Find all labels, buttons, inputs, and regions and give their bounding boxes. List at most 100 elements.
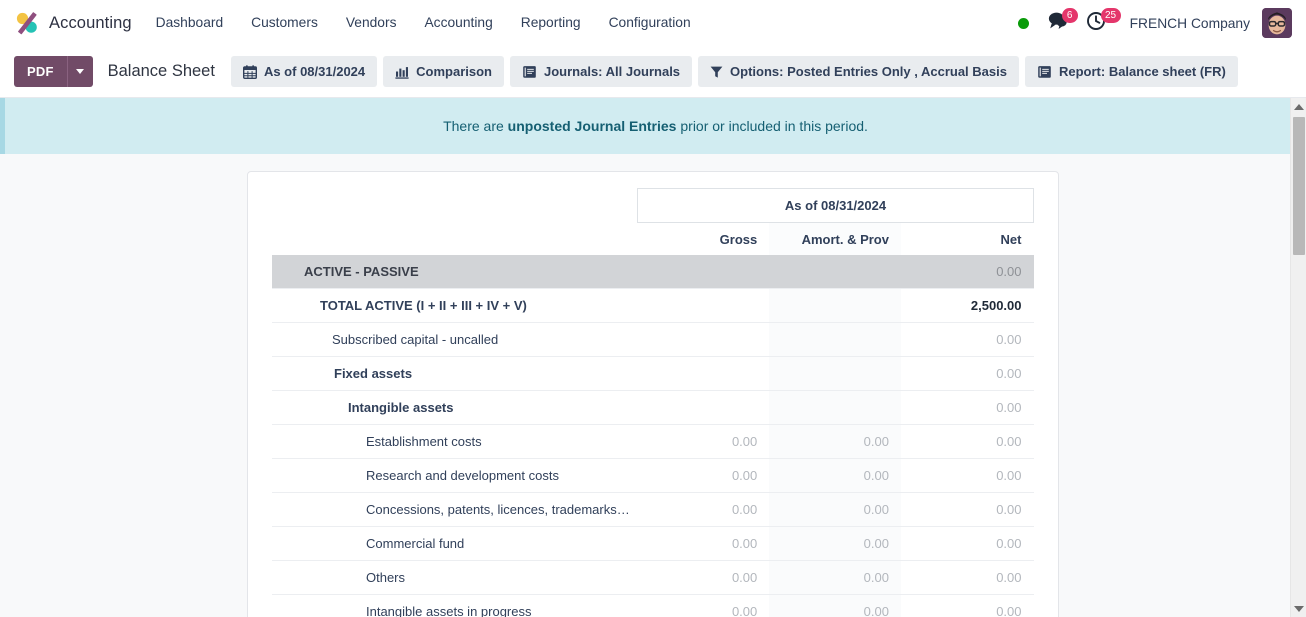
book-icon <box>1037 65 1052 79</box>
table-row[interactable]: Intangible assets 0.00 <box>272 390 1034 425</box>
row-value-net: 0.00 <box>900 356 1034 391</box>
options-filter-label: Options: Posted Entries Only , Accrual B… <box>730 64 1007 79</box>
options-filter-button[interactable]: Options: Posted Entries Only , Accrual B… <box>698 56 1019 87</box>
row-value-gross: 0.00 <box>637 526 770 561</box>
row-value-amort: 0.00 <box>769 526 901 561</box>
company-switcher[interactable]: FRENCH Company <box>1116 16 1260 31</box>
messaging-menu[interactable]: 6 <box>1038 0 1078 46</box>
messages-counter-badge: 6 <box>1061 8 1078 23</box>
comparison-filter-label: Comparison <box>416 64 492 79</box>
period-header: As of 08/31/2024 <box>637 188 1034 223</box>
row-value-amort: 0.00 <box>769 458 901 493</box>
avatar[interactable] <box>1262 8 1292 38</box>
row-label: Others <box>272 560 638 595</box>
menu-item-vendors[interactable]: Vendors <box>332 0 411 46</box>
row-value-net: 0.00 <box>900 458 1034 493</box>
table-row[interactable]: Establishment costs 0.00 0.00 0.00 <box>272 424 1034 459</box>
app-brand[interactable]: Accounting <box>12 0 142 46</box>
menu-item-customers[interactable]: Customers <box>237 0 332 46</box>
row-value-gross: 0.00 <box>637 594 770 617</box>
row-value-net: 0.00 <box>900 526 1034 561</box>
control-panel: PDF Balance Sheet As of 08/31/2024 Compa… <box>0 46 1306 98</box>
balance-sheet-table: As of 08/31/2024 Gross Amort. & Prov Net… <box>272 188 1034 617</box>
row-label: Research and development costs <box>272 458 638 493</box>
row-value-gross <box>637 288 770 323</box>
period-header-row: As of 08/31/2024 <box>272 188 1034 223</box>
row-value-gross: 0.00 <box>637 458 770 493</box>
menu-item-reporting[interactable]: Reporting <box>507 0 595 46</box>
scroll-down-arrow-icon[interactable] <box>1291 600 1306 617</box>
row-value-amort <box>769 390 901 425</box>
row-value-gross <box>637 322 770 357</box>
row-value-amort <box>769 288 901 323</box>
table-body: ACTIVE - PASSIVE 0.00 TOTAL ACTIVE (I + II… <box>272 255 1034 617</box>
row-label: Intangible assets <box>272 390 638 425</box>
table-row[interactable]: TOTAL ACTIVE (I + II + III + IV + V) 2,50… <box>272 288 1034 323</box>
row-value-net: 0.00 <box>900 322 1034 357</box>
table-row[interactable]: Fixed assets 0.00 <box>272 356 1034 391</box>
column-header-gross[interactable]: Gross <box>638 223 770 256</box>
table-row[interactable]: Concessions, patents, licences, trademar… <box>272 492 1034 527</box>
date-filter-button[interactable]: As of 08/31/2024 <box>230 56 378 87</box>
column-header-net[interactable]: Net <box>901 223 1034 256</box>
unposted-entries-alert: There are unposted Journal Entries prior… <box>0 98 1306 154</box>
row-label: Commercial fund <box>272 526 638 561</box>
presence-status-indicator[interactable] <box>1009 0 1038 46</box>
alert-text-emphasis: unposted Journal Entries <box>507 118 677 134</box>
bar-chart-icon <box>395 65 409 79</box>
row-label: TOTAL ACTIVE (I + II + III + IV + V) <box>272 288 638 323</box>
row-value-gross <box>638 255 770 289</box>
odoo-accounting-logo-icon <box>14 10 40 36</box>
app-brand-label: Accounting <box>49 13 132 32</box>
scroll-up-arrow-icon[interactable] <box>1291 98 1306 115</box>
table-row[interactable]: Others 0.00 0.00 0.00 <box>272 560 1034 595</box>
pdf-export-dropdown-toggle[interactable] <box>66 56 93 87</box>
row-label: ACTIVE - PASSIVE <box>304 264 419 279</box>
activities-menu[interactable]: 25 <box>1077 0 1121 46</box>
row-label: Fixed assets <box>272 356 638 391</box>
scrollbar-thumb[interactable] <box>1293 117 1305 255</box>
table-row[interactable]: Intangible assets in progress 0.00 0.00 0.0… <box>272 594 1034 617</box>
row-value-amort: 0.00 <box>769 424 901 459</box>
row-value-net: 0.00 <box>900 390 1034 425</box>
column-header-amort[interactable]: Amort. & Prov <box>769 222 901 255</box>
table-row[interactable]: ACTIVE - PASSIVE 0.00 <box>272 255 1034 289</box>
table-row[interactable]: Research and development costs 0.00 0.00 0.… <box>272 458 1034 493</box>
report-filters: As of 08/31/2024 Comparison Journals: Al… <box>230 56 1238 87</box>
journals-filter-label: Journals: All Journals <box>543 64 681 79</box>
row-value-net: 0.00 <box>900 594 1034 617</box>
menu-item-dashboard[interactable]: Dashboard <box>142 0 238 46</box>
alert-text-prefix: There are <box>443 118 508 134</box>
row-value-amort <box>769 322 901 357</box>
row-value-amort <box>769 356 901 391</box>
online-status-dot-icon <box>1017 17 1029 29</box>
menu-item-accounting[interactable]: Accounting <box>410 0 506 46</box>
table-row[interactable]: Commercial fund 0.00 0.00 0.00 <box>272 526 1034 561</box>
vertical-scrollbar[interactable] <box>1290 98 1306 617</box>
main-menu: Dashboard Customers Vendors Accounting R… <box>142 0 705 46</box>
row-value-amort: 0.00 <box>769 560 901 595</box>
activities-counter-badge: 25 <box>1100 8 1121 23</box>
pdf-export-button[interactable]: PDF <box>14 56 67 87</box>
row-label: Intangible assets in progress <box>272 594 638 617</box>
row-value-gross: 0.00 <box>637 492 770 527</box>
menu-item-configuration[interactable]: Configuration <box>595 0 705 46</box>
row-value-gross: 0.00 <box>637 560 770 595</box>
row-value-amort: 0.00 <box>769 492 901 527</box>
spacer-cell <box>272 189 638 223</box>
spacer-cell-2 <box>272 223 638 256</box>
content-scroll-area: There are unposted Journal Entries prior… <box>0 98 1306 617</box>
comparison-filter-button[interactable]: Comparison <box>383 56 504 87</box>
row-value-net: 0.00 <box>900 492 1034 527</box>
column-header-row: Gross Amort. & Prov Net <box>272 222 1034 256</box>
row-value-net: 0.00 <box>900 424 1034 459</box>
row-value-net: 2,500.00 <box>900 288 1034 323</box>
report-container: As of 08/31/2024 Gross Amort. & Prov Net… <box>0 154 1306 617</box>
journals-filter-button[interactable]: Journals: All Journals <box>509 56 693 87</box>
book-icon <box>522 65 537 79</box>
table-header: As of 08/31/2024 Gross Amort. & Prov Net <box>272 188 1034 256</box>
pdf-button-group: PDF <box>14 56 93 87</box>
report-variant-filter-button[interactable]: Report: Balance sheet (FR) <box>1024 56 1238 87</box>
table-row[interactable]: Subscribed capital - uncalled 0.00 <box>272 322 1034 357</box>
chevron-down-icon <box>76 69 85 74</box>
